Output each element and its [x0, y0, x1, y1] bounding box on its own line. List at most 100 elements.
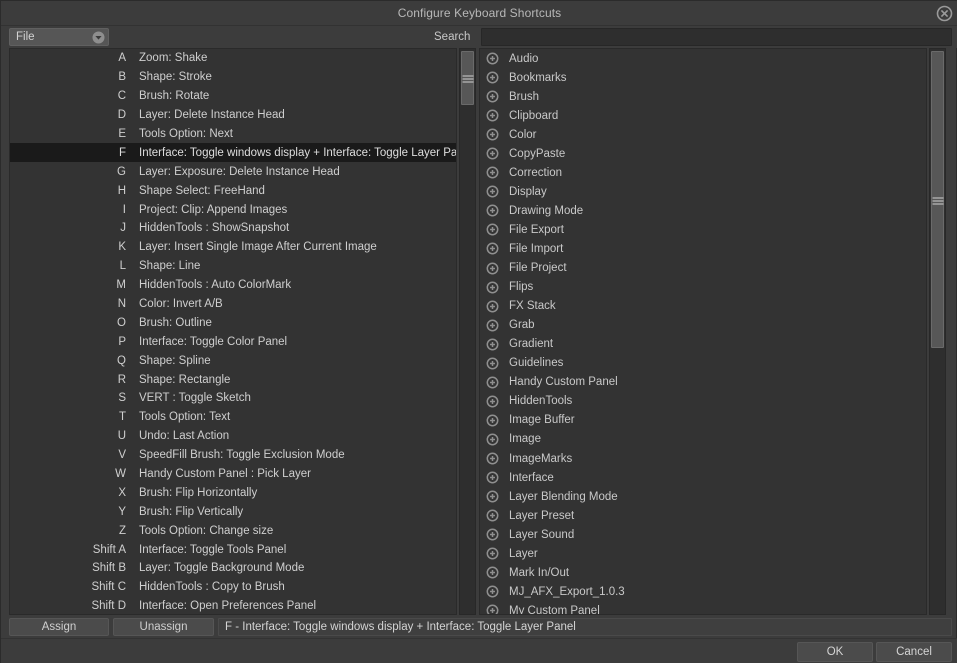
shortcut-row[interactable]: Y Brush: Flip Vertically	[10, 502, 456, 521]
shortcut-row[interactable]: F Interface: Toggle windows display + Int…	[10, 143, 456, 163]
shortcut-row[interactable]: H Shape Select: FreeHand	[10, 181, 456, 200]
plus-circle-icon[interactable]	[486, 319, 499, 332]
category-row[interactable]: Guidelines	[480, 354, 926, 373]
shortcut-row[interactable]: N Color: Invert A/B	[10, 295, 456, 314]
category-row[interactable]: MJ_AFX_Export_1.0.3	[480, 582, 926, 601]
category-row[interactable]: Drawing Mode	[480, 201, 926, 220]
plus-circle-icon[interactable]	[486, 566, 499, 579]
plus-circle-icon[interactable]	[486, 281, 499, 294]
shortcut-row[interactable]: Z Tools Option: Change size	[10, 521, 456, 540]
shortcut-row[interactable]: M HiddenTools : Auto ColorMark	[10, 276, 456, 295]
category-row[interactable]: ImageMarks	[480, 449, 926, 468]
assign-button[interactable]: Assign	[9, 618, 109, 636]
category-row[interactable]: Brush	[480, 87, 926, 106]
shortcut-row[interactable]: V SpeedFill Brush: Toggle Exclusion Mode	[10, 446, 456, 465]
shortcut-row[interactable]: E Tools Option: Next	[10, 125, 456, 144]
plus-circle-icon[interactable]	[486, 90, 499, 103]
plus-circle-icon[interactable]	[486, 71, 499, 84]
shortcut-row[interactable]: D Layer: Delete Instance Head	[10, 106, 456, 125]
category-row[interactable]: Audio	[480, 49, 926, 68]
category-row[interactable]: Image Buffer	[480, 411, 926, 430]
category-row[interactable]: Layer Blending Mode	[480, 487, 926, 506]
plus-circle-icon[interactable]	[486, 242, 499, 255]
category-row[interactable]: Layer	[480, 544, 926, 563]
category-row[interactable]: File Project	[480, 259, 926, 278]
shortcut-list-scrollbar[interactable]	[459, 48, 476, 615]
category-row[interactable]: Grab	[480, 316, 926, 335]
plus-circle-icon[interactable]	[486, 547, 499, 560]
shortcut-row[interactable]: Shift A Interface: Toggle Tools Panel	[10, 540, 456, 559]
search-input[interactable]	[481, 28, 952, 46]
plus-circle-icon[interactable]	[486, 204, 499, 217]
cancel-button[interactable]: Cancel	[876, 642, 952, 662]
category-row[interactable]: Color	[480, 125, 926, 144]
plus-circle-icon[interactable]	[486, 471, 499, 484]
category-row[interactable]: My Custom Panel	[480, 601, 926, 614]
shortcut-row[interactable]: S VERT : Toggle Sketch	[10, 389, 456, 408]
category-row[interactable]: Handy Custom Panel	[480, 373, 926, 392]
shortcut-row[interactable]: A Zoom: Shake	[10, 49, 456, 68]
plus-circle-icon[interactable]	[486, 414, 499, 427]
category-row[interactable]: Display	[480, 182, 926, 201]
shortcut-row[interactable]: Shift C HiddenTools : Copy to Brush	[10, 578, 456, 597]
category-row[interactable]: File Import	[480, 239, 926, 258]
plus-circle-icon[interactable]	[486, 262, 499, 275]
category-row[interactable]: Bookmarks	[480, 68, 926, 87]
shortcut-row[interactable]: P Interface: Toggle Color Panel	[10, 332, 456, 351]
category-row[interactable]: Correction	[480, 163, 926, 182]
plus-circle-icon[interactable]	[486, 357, 499, 370]
plus-circle-icon[interactable]	[486, 452, 499, 465]
plus-circle-icon[interactable]	[486, 166, 499, 179]
plus-circle-icon[interactable]	[486, 585, 499, 598]
category-row[interactable]: CopyPaste	[480, 144, 926, 163]
shortcut-row[interactable]: K Layer: Insert Single Image After Curren…	[10, 238, 456, 257]
plus-circle-icon[interactable]	[486, 338, 499, 351]
category-row[interactable]: Flips	[480, 278, 926, 297]
plus-circle-icon[interactable]	[486, 395, 499, 408]
plus-circle-icon[interactable]	[486, 223, 499, 236]
shortcut-row[interactable]: L Shape: Line	[10, 257, 456, 276]
shortcut-row[interactable]: I Project: Clip: Append Images	[10, 200, 456, 219]
category-row[interactable]: Mark In/Out	[480, 563, 926, 582]
shortcut-row[interactable]: C Brush: Rotate	[10, 87, 456, 106]
shortcut-row[interactable]: Shift D Interface: Open Preferences Panel	[10, 597, 456, 614]
unassign-button[interactable]: Unassign	[113, 618, 214, 636]
close-icon[interactable]	[936, 5, 953, 22]
category-row[interactable]: Gradient	[480, 335, 926, 354]
plus-circle-icon[interactable]	[486, 509, 499, 522]
category-row[interactable]: Layer Preset	[480, 506, 926, 525]
shortcut-row[interactable]: Shift B Layer: Toggle Background Mode	[10, 559, 456, 578]
shortcut-row[interactable]: B Shape: Stroke	[10, 68, 456, 87]
plus-circle-icon[interactable]	[486, 604, 499, 614]
plus-circle-icon[interactable]	[486, 528, 499, 541]
category-row[interactable]: Layer Sound	[480, 525, 926, 544]
shortcut-row[interactable]: J HiddenTools : ShowSnapshot	[10, 219, 456, 238]
shortcut-row[interactable]: W Handy Custom Panel : Pick Layer	[10, 465, 456, 484]
plus-circle-icon[interactable]	[486, 147, 499, 160]
plus-circle-icon[interactable]	[486, 109, 499, 122]
shortcut-row[interactable]: G Layer: Exposure: Delete Instance Head	[10, 162, 456, 181]
category-row[interactable]: Interface	[480, 468, 926, 487]
shortcut-row[interactable]: T Tools Option: Text	[10, 408, 456, 427]
ok-button[interactable]: OK	[797, 642, 873, 662]
plus-circle-icon[interactable]	[486, 490, 499, 503]
plus-circle-icon[interactable]	[486, 433, 499, 446]
scrollbar-thumb[interactable]	[461, 51, 474, 105]
category-list-scrollbar[interactable]	[929, 48, 946, 615]
category-row[interactable]: Clipboard	[480, 106, 926, 125]
category-row[interactable]: File Export	[480, 220, 926, 239]
plus-circle-icon[interactable]	[486, 376, 499, 389]
shortcut-row[interactable]: O Brush: Outline	[10, 313, 456, 332]
shortcut-row[interactable]: U Undo: Last Action	[10, 427, 456, 446]
plus-circle-icon[interactable]	[486, 128, 499, 141]
shortcut-row[interactable]: Q Shape: Spline	[10, 351, 456, 370]
plus-circle-icon[interactable]	[486, 185, 499, 198]
category-row[interactable]: FX Stack	[480, 297, 926, 316]
shortcut-row[interactable]: X Brush: Flip Horizontally	[10, 483, 456, 502]
category-row[interactable]: Image	[480, 430, 926, 449]
shortcut-row[interactable]: R Shape: Rectangle	[10, 370, 456, 389]
plus-circle-icon[interactable]	[486, 52, 499, 65]
category-filter-dropdown[interactable]: File	[9, 28, 109, 46]
scrollbar-thumb[interactable]	[931, 51, 944, 348]
category-row[interactable]: HiddenTools	[480, 392, 926, 411]
